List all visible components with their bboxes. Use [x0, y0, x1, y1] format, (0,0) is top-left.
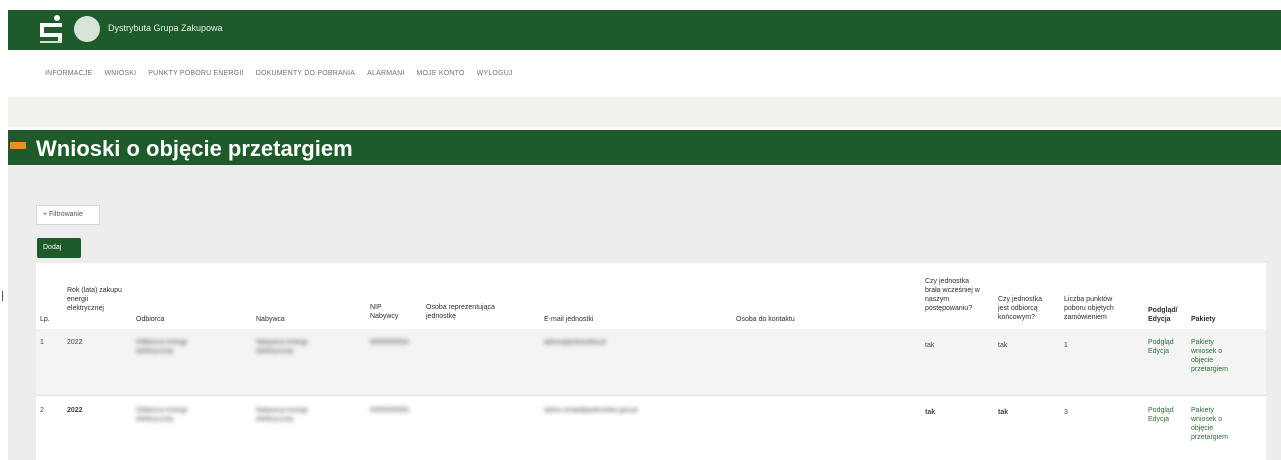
header-email: E-mail jednostki [544, 316, 594, 323]
nav-item-dokumenty[interactable]: DOKUMENTY DO POBRANIA [256, 70, 355, 86]
cell-odbiorca: Odbiorca energii elektrycznej [136, 407, 188, 423]
nav-item-alarmani[interactable]: ALARMANI [367, 70, 404, 86]
header-kontakt: Osoba do kontaktu [736, 316, 795, 323]
table-row [36, 329, 1266, 395]
cell-liczba: 3 [1064, 409, 1068, 416]
cell-nip: 0000000000 [370, 339, 409, 346]
cell-odbiorca-koncowy: tak [998, 409, 1009, 416]
cell-odbiorca-koncowy: tak [998, 342, 1008, 349]
header-podglad: Podgląd/ Edycja [1148, 307, 1178, 323]
packages-link[interactable]: Pakiety wniosek o objęcie przetargiem [1191, 406, 1231, 442]
title-band: Wnioski o objęcie przetargiem [8, 130, 1281, 165]
header-odbiorca: Odbiorca [136, 316, 165, 323]
main-nav: INFORMACJE WNIOSKI PUNKTY POBORU ENERGII… [45, 70, 513, 86]
cell-liczba: 1 [1064, 342, 1068, 349]
cell-lp: 1 [40, 339, 44, 346]
nav-item-wyloguj[interactable]: WYLOGUJ [477, 70, 513, 86]
header-osoba: Osoba reprezentująca jednostkę [426, 304, 495, 320]
brand-name: Dystrybuta Grupa Zakupowa [108, 23, 223, 33]
packages-link[interactable]: Pakiety wniosek o objęcie przetargiem [1191, 338, 1231, 374]
header-rok: Rok (lata) zakupu energii elektrycznej [67, 287, 122, 312]
header-pakiety: Pakiety [1191, 316, 1216, 323]
cell-nabywca: Nabywca energii elektrycznej [256, 407, 308, 423]
header-lp: Lp. [40, 316, 50, 323]
cell-email: adres@jednostka.pl [544, 339, 606, 346]
edit-link[interactable]: Edycja [1148, 415, 1169, 424]
cell-odbiorca: Odbiorca energii elektrycznej [136, 339, 188, 355]
view-link[interactable]: Podgląd [1148, 406, 1174, 415]
nav-item-punkty[interactable]: PUNKTY POBORU ENERGII [148, 70, 243, 86]
page-title: Wnioski o objęcie przetargiem [36, 136, 353, 161]
view-link[interactable]: Podgląd [1148, 338, 1174, 347]
top-header: Dystrybuta Grupa Zakupowa [8, 10, 1281, 50]
logo-icon[interactable] [36, 13, 66, 47]
title-tag-icon [10, 142, 26, 149]
cell-nip: 0000000000 [370, 407, 409, 414]
header-liczba: Liczba punktów poboru objętych zamówieni… [1064, 296, 1114, 321]
cell-nabywca: Nabywca energii elektrycznej [256, 339, 308, 355]
sub-header-strip [8, 97, 1281, 127]
add-button[interactable]: Dodaj [37, 238, 81, 258]
filter-toggle-button[interactable]: + Filtrowanie [36, 205, 100, 225]
partner-logo [74, 16, 100, 42]
cell-lp: 2 [40, 407, 44, 414]
nav-item-informacje[interactable]: INFORMACJE [45, 70, 93, 86]
cell-rok: 2022 [67, 339, 83, 346]
header-nabywca: Nabywca [256, 316, 285, 323]
table-row [36, 395, 1266, 460]
cell-email: adres.email@jednostka.gov.pl [544, 407, 638, 414]
nav-item-moje-konto[interactable]: MOJE KONTO [417, 70, 465, 86]
requests-table: Lp. Rok (lata) zakupu energii elektryczn… [36, 263, 1266, 460]
header-wczesniej: Czy jednostka brała wcześniej w naszym p… [925, 278, 980, 312]
cell-wczesniej: tak [925, 409, 936, 416]
edit-link[interactable]: Edycja [1148, 347, 1169, 356]
cell-rok: 2022 [67, 407, 83, 414]
header-nip: NIP Nabywcy [370, 304, 399, 320]
cell-wczesniej: tak [925, 342, 935, 349]
header-odbiorca-koncowy: Czy jednostka jest odbiorcą końcowym? [998, 296, 1042, 321]
left-edge-marker [2, 291, 5, 301]
nav-item-wnioski[interactable]: WNIOSKI [105, 70, 137, 86]
